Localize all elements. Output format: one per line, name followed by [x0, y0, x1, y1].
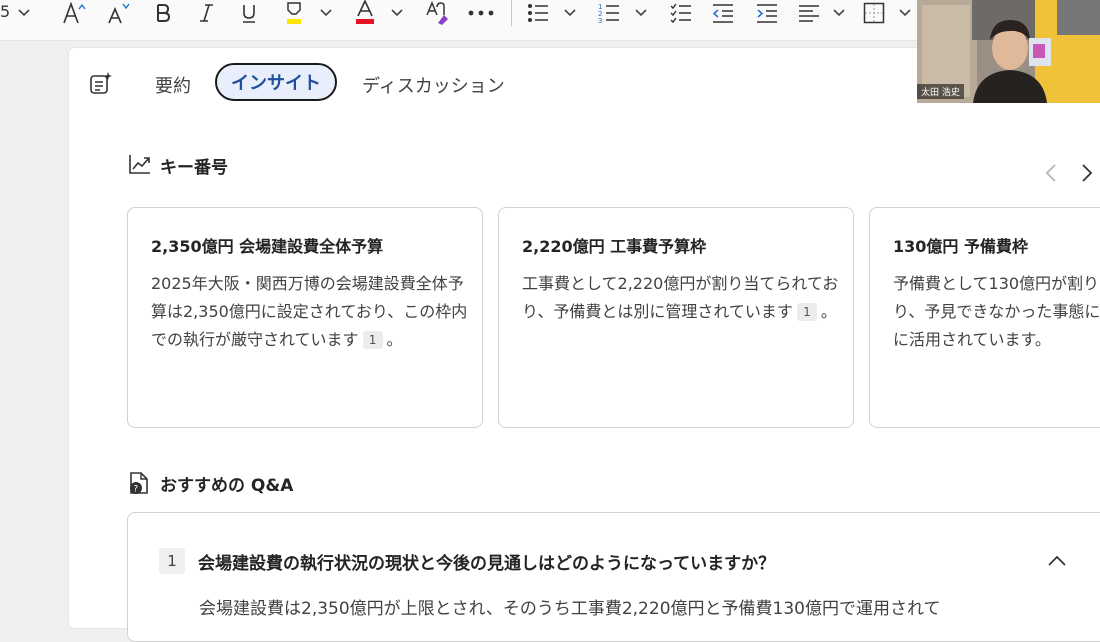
card-body: 2025年大阪・関西万博の会場建設費全体予算は2,350億円に設定されており、こ… — [151, 270, 469, 354]
highlight-icon — [287, 2, 301, 24]
bullets-dropdown[interactable] — [560, 0, 580, 26]
chevron-down-icon — [635, 9, 647, 17]
qa-answer: 会場建設費は2,350億円が上限とされ、そのうち工事費2,220億円と予備費13… — [199, 599, 941, 619]
svg-text:?: ? — [133, 485, 138, 495]
svg-text:3: 3 — [598, 17, 602, 24]
key-numbers-title: キー番号 — [160, 158, 228, 178]
qa-item — [127, 512, 1100, 642]
qa-number-badge: 1 — [159, 548, 185, 574]
card-body-text: 予備費として130億円が割り当てられており、予見できなかった事態に対応するために… — [893, 274, 1100, 349]
tab-summary[interactable]: 要約 — [155, 72, 191, 98]
bullets-icon — [528, 4, 548, 22]
bold-button[interactable] — [152, 0, 174, 26]
card-body: 工事費として2,220億円が割り当てられており、予備費とは別に管理されています 1… — [522, 270, 840, 326]
card-body-text: 2025年大阪・関西万博の会場建設費全体予算は2,350億円に設定されており、こ… — [151, 274, 468, 349]
checklist-button[interactable] — [669, 0, 693, 26]
shrink-font-icon — [108, 3, 130, 24]
card-body-tail: 。 — [820, 302, 837, 321]
highlight-button[interactable] — [280, 0, 308, 26]
bold-icon — [157, 4, 171, 22]
card-body-text: 工事費として2,220億円が割り当てられており、予備費とは別に管理されています — [522, 274, 839, 321]
chevron-down-icon — [391, 9, 403, 17]
trending-up-icon — [128, 153, 152, 179]
chevron-right-icon — [1082, 164, 1093, 182]
qa-collapse-button[interactable] — [1047, 552, 1067, 571]
underline-button[interactable] — [238, 0, 260, 26]
chevron-left-icon — [1045, 164, 1056, 182]
text-effects-button[interactable] — [423, 0, 451, 26]
key-number-card[interactable]: 2,220億円 工事費予算枠 工事費として2,220億円が割り当てられており、予… — [498, 207, 854, 428]
card-title: 2,350億円 会場建設費全体予算 — [151, 237, 384, 256]
more-icon — [468, 10, 494, 16]
grow-font-icon — [63, 1, 86, 24]
chevron-down-icon — [18, 9, 30, 17]
increase-indent-button[interactable] — [755, 0, 779, 26]
tab-insight-label: インサイト — [231, 73, 321, 94]
align-dropdown[interactable] — [829, 0, 849, 26]
carousel-prev-button[interactable] — [1044, 163, 1058, 187]
qa-question[interactable]: 会場建設費の執行状況の現状と今後の見通しはどのようになっていますか？ — [198, 549, 775, 574]
key-number-card[interactable]: 2,350億円 会場建設費全体予算 2025年大阪・関西万博の会場建設費全体予算… — [127, 207, 483, 428]
align-button[interactable] — [797, 0, 821, 26]
font-color-dropdown[interactable] — [387, 0, 407, 26]
participant-name: 太田 浩史 — [917, 84, 964, 99]
chevron-down-icon — [564, 9, 576, 17]
qa-title: おすすめの Q&A — [160, 476, 294, 496]
align-icon — [799, 5, 819, 22]
numbering-button[interactable]: 123 — [597, 0, 621, 26]
chevron-down-icon — [833, 9, 845, 17]
shrink-font-button[interactable] — [104, 0, 132, 26]
numbering-dropdown[interactable] — [631, 0, 651, 26]
notes-sparkle-icon[interactable] — [89, 71, 113, 99]
tab-insight[interactable]: インサイト — [215, 63, 337, 101]
card-body-tail: 。 — [386, 330, 403, 349]
highlight-dropdown[interactable] — [316, 0, 336, 26]
chevron-up-icon — [1048, 555, 1066, 566]
increase-indent-icon — [757, 4, 777, 23]
citation-badge[interactable]: 1 — [362, 331, 383, 349]
numbering-icon: 123 — [598, 3, 619, 24]
more-options-button[interactable] — [466, 0, 496, 26]
card-title: 2,220億円 工事費予算枠 — [522, 237, 707, 256]
toolbar-divider — [511, 0, 512, 26]
borders-button[interactable] — [862, 0, 886, 26]
decrease-indent-icon — [712, 4, 733, 23]
italic-icon — [200, 4, 213, 22]
font-size-value[interactable]: 5 — [0, 2, 10, 21]
grow-font-button[interactable] — [60, 0, 88, 26]
tab-discussion[interactable]: ディスカッション — [362, 72, 505, 98]
bullets-button[interactable] — [526, 0, 550, 26]
carousel-next-button[interactable] — [1080, 163, 1094, 187]
left-gutter — [0, 41, 68, 619]
key-number-card[interactable]: 130億円 予備費枠 予備費として130億円が割り当てられており、予見できなかっ… — [869, 207, 1100, 428]
document-question-icon: ? — [128, 471, 150, 499]
font-color-icon — [356, 0, 374, 24]
chevron-down-icon — [899, 9, 911, 17]
card-title: 130億円 予備費枠 — [893, 237, 1028, 256]
font-color-button[interactable] — [352, 0, 378, 26]
borders-dropdown[interactable] — [895, 0, 915, 26]
text-effects-icon — [426, 1, 448, 25]
borders-icon — [863, 2, 885, 24]
checklist-icon — [670, 3, 691, 24]
card-body-tail: 。 — [1034, 330, 1051, 349]
citation-badge[interactable]: 1 — [796, 303, 817, 321]
underline-icon — [243, 5, 255, 23]
card-body: 予備費として130億円が割り当てられており、予見できなかった事態に対応するために… — [893, 270, 1100, 354]
font-size-dropdown[interactable] — [14, 0, 34, 26]
decrease-indent-button[interactable] — [711, 0, 735, 26]
chevron-down-icon — [320, 9, 332, 17]
participant-video: 太田 浩史 — [917, 0, 1100, 103]
italic-button[interactable] — [195, 0, 217, 26]
